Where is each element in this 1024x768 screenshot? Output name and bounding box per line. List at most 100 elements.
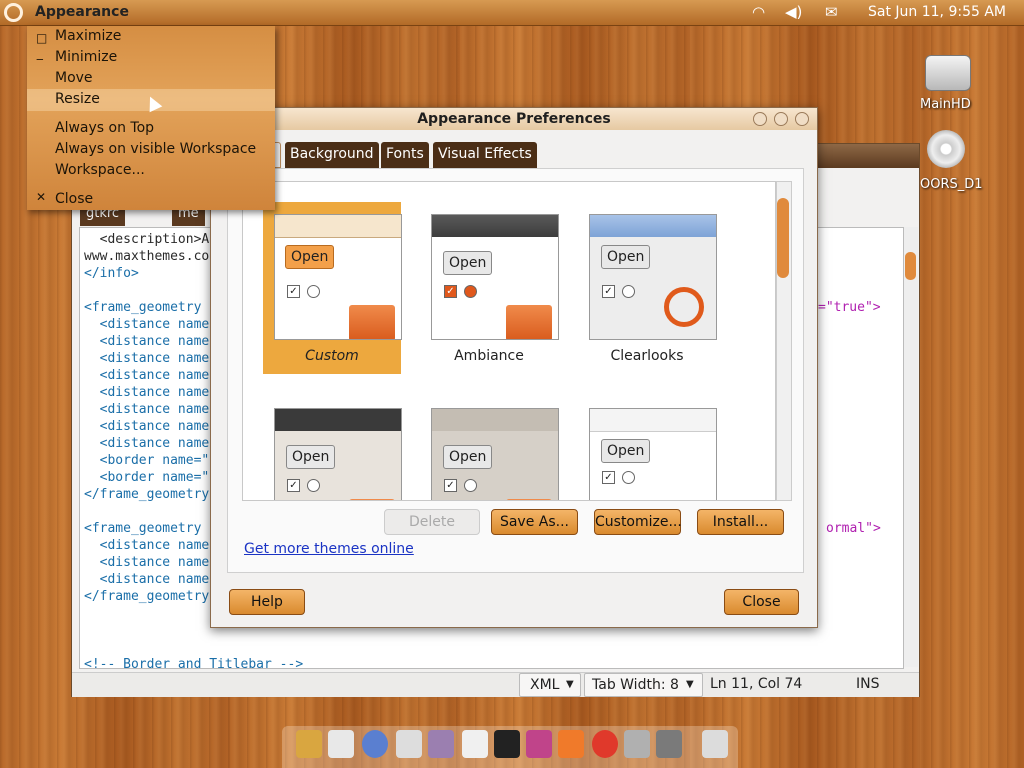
code-fragment: ormal"> bbox=[826, 521, 881, 536]
code-line: <border name=" bbox=[84, 453, 210, 468]
code-line: <distance name bbox=[84, 317, 210, 332]
menu-item-close[interactable]: Close bbox=[55, 191, 93, 207]
save-as-button[interactable]: Save As... bbox=[491, 509, 578, 535]
trash-icon[interactable] bbox=[702, 730, 728, 758]
desktop-label-mainhd[interactable]: MainHD bbox=[920, 97, 971, 112]
menu-item-move[interactable]: Move bbox=[55, 70, 93, 86]
tab-background[interactable]: Background bbox=[285, 142, 379, 168]
preview-titlebar bbox=[432, 409, 558, 431]
ubuntu-logo-icon[interactable] bbox=[4, 3, 23, 22]
install-button[interactable]: Install... bbox=[697, 509, 784, 535]
chat-icon[interactable] bbox=[362, 730, 388, 758]
code-line: www.maxthemes.co bbox=[84, 249, 210, 264]
text-editor-icon[interactable] bbox=[462, 730, 488, 758]
theme-preview: Open ✓ bbox=[431, 408, 559, 500]
theme-list[interactable]: Open ✓ Custom Open ✓ Ambiance Open ✓ Cle… bbox=[242, 181, 776, 501]
dialog-titlebar[interactable]: Appearance Preferences bbox=[211, 108, 817, 130]
code-line: <distance name bbox=[84, 334, 210, 349]
editor-scrollbar[interactable] bbox=[904, 227, 918, 667]
menu-item-minimize[interactable]: Minimize bbox=[55, 49, 117, 65]
preview-checkbox: ✓ bbox=[602, 471, 615, 484]
cursor-position: Ln 11, Col 74 bbox=[710, 676, 803, 692]
language-selector[interactable]: XML ▼ bbox=[519, 673, 581, 697]
theme-preview: Open ✓ bbox=[431, 214, 559, 340]
top-panel: Appearance ◠ ◀) ✉ Sat Jun 11, 9:55 AM bbox=[0, 0, 1024, 26]
get-more-themes-link[interactable]: Get more themes online bbox=[244, 541, 414, 557]
preview-checkbox: ✓ bbox=[602, 285, 615, 298]
code-line: <distance name bbox=[84, 351, 210, 366]
editor-scroll-thumb[interactable] bbox=[905, 252, 916, 280]
maximize-icon[interactable] bbox=[774, 112, 788, 126]
tab-width-label: Tab Width: 8 bbox=[592, 677, 679, 693]
folder-icon[interactable] bbox=[558, 730, 584, 758]
preview-titlebar bbox=[590, 409, 716, 432]
theme-list-scroll-thumb[interactable] bbox=[777, 198, 789, 278]
preview-radio bbox=[464, 285, 477, 298]
maximize-icon: □ bbox=[36, 31, 48, 45]
delete-button[interactable]: Delete bbox=[384, 509, 480, 535]
close-button[interactable]: Close bbox=[724, 589, 799, 615]
harddrive-icon[interactable] bbox=[925, 55, 971, 91]
preview-button: Open bbox=[286, 445, 336, 469]
theme-preview: Open ✓ bbox=[589, 214, 717, 340]
preview-titlebar bbox=[590, 215, 716, 237]
tools-icon[interactable] bbox=[624, 730, 650, 758]
preview-radio bbox=[622, 285, 635, 298]
preview-button: Open bbox=[601, 245, 651, 269]
volume-icon[interactable]: ◀) bbox=[785, 3, 802, 21]
desktop-label-dvd[interactable]: OORS_D1 bbox=[920, 177, 983, 192]
clock[interactable]: Sat Jun 11, 9:55 AM bbox=[868, 4, 1006, 20]
code-line: <!-- Border and Titlebar --> bbox=[84, 657, 304, 669]
dvd-icon[interactable] bbox=[927, 130, 965, 168]
settings-icon[interactable] bbox=[526, 730, 552, 758]
mail-icon[interactable] bbox=[328, 730, 354, 758]
menu-item-resize[interactable]: Resize bbox=[55, 91, 100, 107]
minimize-icon: ‒ bbox=[36, 52, 44, 66]
app-menu-title[interactable]: Appearance bbox=[35, 4, 129, 20]
media-player-icon[interactable] bbox=[396, 730, 422, 758]
appearance-dialog: Appearance Preferences Background Fonts … bbox=[210, 107, 818, 628]
theme-item[interactable]: Open ✓ bbox=[578, 396, 717, 500]
preview-titlebar bbox=[432, 215, 558, 237]
theme-item-clearlooks[interactable]: Open ✓ Clearlooks bbox=[578, 202, 717, 374]
code-line: </frame_geometry bbox=[84, 589, 210, 604]
menu-item-visible-workspace[interactable]: Always on visible Workspace bbox=[55, 141, 256, 157]
code-line: <frame_geometry bbox=[84, 521, 202, 536]
theme-item[interactable]: Open ✓ bbox=[263, 396, 402, 500]
theme-preview: Open ✓ bbox=[274, 408, 402, 500]
theme-item[interactable]: Open ✓ bbox=[420, 396, 559, 500]
menu-item-workspace[interactable]: Workspace... bbox=[55, 162, 145, 178]
menu-item-maximize[interactable]: Maximize bbox=[55, 28, 121, 44]
preview-radio bbox=[307, 479, 320, 492]
mail-icon[interactable]: ✉ bbox=[825, 3, 838, 21]
editor-statusbar: XML ▼ Tab Width: 8 ▼ Ln 11, Col 74 INS bbox=[72, 672, 919, 697]
gimp-icon[interactable] bbox=[656, 730, 682, 758]
theme-item-custom[interactable]: Open ✓ Custom bbox=[263, 202, 402, 374]
image-viewer-icon[interactable] bbox=[428, 730, 454, 758]
preview-checkbox: ✓ bbox=[287, 285, 300, 298]
preview-button: Open bbox=[443, 445, 493, 469]
code-line: <distance name bbox=[84, 572, 210, 587]
tab-visual-effects[interactable]: Visual Effects bbox=[433, 142, 537, 168]
preview-checkbox: ✓ bbox=[444, 479, 457, 492]
customize-button[interactable]: Customize... bbox=[594, 509, 682, 535]
theme-name: Clearlooks bbox=[610, 348, 684, 364]
code-line: <distance name bbox=[84, 538, 210, 553]
window-menu: □ Maximize ‒ Minimize Move Resize Always… bbox=[27, 26, 275, 210]
tab-width-selector[interactable]: Tab Width: 8 ▼ bbox=[584, 673, 703, 697]
folder-icon bbox=[349, 499, 395, 500]
tab-fonts[interactable]: Fonts bbox=[381, 142, 429, 168]
close-icon[interactable] bbox=[795, 112, 809, 126]
chrome-icon[interactable] bbox=[592, 730, 618, 758]
code-line: <distance name bbox=[84, 419, 210, 434]
menu-item-always-on-top[interactable]: Always on Top bbox=[55, 120, 154, 136]
theme-name: Custom bbox=[305, 348, 359, 364]
minimize-icon[interactable] bbox=[753, 112, 767, 126]
theme-item-ambiance[interactable]: Open ✓ Ambiance bbox=[420, 202, 559, 374]
close-icon: ✕ bbox=[36, 190, 47, 204]
network-icon[interactable]: ◠ bbox=[752, 3, 765, 21]
terminal-icon[interactable] bbox=[494, 730, 520, 758]
code-line: <frame_geometry bbox=[84, 300, 202, 315]
anchor-icon[interactable] bbox=[296, 730, 322, 758]
help-button[interactable]: Help bbox=[229, 589, 305, 615]
